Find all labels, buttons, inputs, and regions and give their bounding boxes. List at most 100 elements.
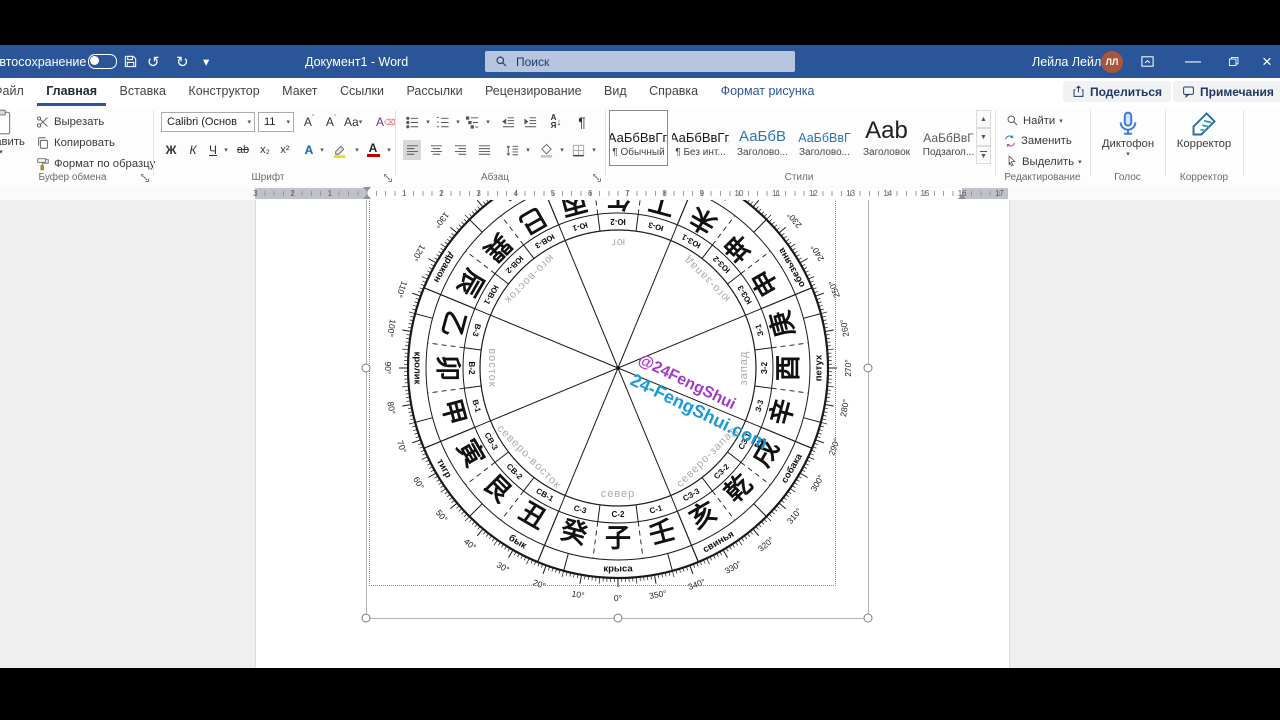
- line-spacing-options-button[interactable]: ▾: [519, 140, 537, 160]
- strikethrough-button[interactable]: ab: [234, 140, 252, 160]
- replace-icon: [1005, 134, 1015, 147]
- quick-access-more-button[interactable]: ▾: [203, 45, 209, 78]
- align-left-button[interactable]: [403, 140, 421, 160]
- shrink-font-button[interactable]: Aˇ: [322, 112, 340, 132]
- share-button[interactable]: Поделиться: [1063, 81, 1172, 102]
- avatar[interactable]: ЛЛ: [1101, 45, 1123, 78]
- ribbon-display-icon: [1141, 56, 1154, 67]
- tab-mailings[interactable]: Рассылки: [397, 78, 471, 104]
- tab-picture-format[interactable]: Формат рисунка: [712, 78, 824, 104]
- increase-indent-button[interactable]: [521, 112, 539, 132]
- ribbon: Вставить ▾ Вырезать Копировать Формат по…: [0, 106, 1280, 187]
- decrease-indent-button[interactable]: [499, 112, 517, 132]
- style-heading2[interactable]: АаБбВвГ Заголово...: [795, 110, 854, 166]
- font-group-label: Шрифт: [251, 172, 285, 183]
- comments-button[interactable]: Примечания: [1173, 81, 1280, 102]
- copy-button[interactable]: Копировать: [36, 133, 115, 152]
- highlight-button[interactable]: [330, 140, 348, 160]
- styles-scroll-up-button[interactable]: ▲: [976, 110, 991, 128]
- decrease-indent-icon: [501, 116, 514, 127]
- align-center-button[interactable]: [427, 140, 445, 160]
- justify-button[interactable]: [475, 140, 493, 160]
- bold-button[interactable]: Ж: [162, 140, 180, 160]
- tab-references[interactable]: Ссылки: [331, 78, 393, 104]
- align-right-button[interactable]: [451, 140, 469, 160]
- resize-handle-bottom-center[interactable]: [613, 613, 623, 623]
- find-button[interactable]: Найти ▾: [1006, 111, 1063, 130]
- font-dialog-launcher-icon[interactable]: [383, 173, 393, 183]
- font-family-select[interactable]: Calibri (Основ ▾: [161, 112, 255, 132]
- editing-group-label: Редактирование: [1004, 172, 1081, 183]
- change-case-button[interactable]: Aa ▾: [344, 112, 362, 132]
- ribbon-display-options-button[interactable]: [1140, 45, 1155, 78]
- paste-button[interactable]: Вставить ▾: [0, 108, 30, 156]
- style-heading1[interactable]: АаБбВ Заголово...: [733, 110, 792, 166]
- tab-file[interactable]: Файл: [0, 78, 33, 104]
- ruler-number: 11: [772, 189, 781, 198]
- document-page[interactable]: 0° 10° 20° 30° 40° 50° 60° 70° 80° 90° 100° 110° 120…: [255, 200, 1010, 668]
- autosave-label: Автосохранение: [0, 54, 87, 69]
- resize-handle-bottom-right[interactable]: [863, 613, 873, 623]
- clipboard-dialog-launcher-icon[interactable]: [140, 173, 150, 183]
- format-painter-button[interactable]: Формат по образцу: [36, 154, 155, 173]
- document-area[interactable]: 0° 10° 20° 30° 40° 50° 60° 70° 80° 90° 100° 110° 120…: [0, 200, 1280, 668]
- tab-design[interactable]: Конструктор: [179, 78, 268, 104]
- resize-handle-left[interactable]: [361, 363, 371, 373]
- resize-handle-right[interactable]: [863, 363, 873, 373]
- style-no-spacing[interactable]: АаБбВвГг, ¶ Без инт...: [671, 110, 730, 166]
- chevron-down-icon: ▾: [286, 119, 290, 126]
- redo-button[interactable]: ↻: [176, 45, 189, 78]
- letterbox-top: [0, 0, 1280, 45]
- undo-button[interactable]: ↺: [147, 45, 160, 78]
- underline-options-button[interactable]: ▾: [217, 140, 235, 160]
- tab-review[interactable]: Рецензирование: [476, 78, 591, 104]
- ruler-number: 5: [550, 189, 556, 198]
- tab-insert[interactable]: Вставка: [110, 78, 174, 104]
- ruler-number: 1: [327, 189, 333, 198]
- close-button[interactable]: ×: [1252, 45, 1280, 78]
- resize-handle-bottom-left[interactable]: [361, 613, 371, 623]
- restore-icon: [1228, 56, 1238, 67]
- find-label: Найти: [1023, 114, 1056, 127]
- select-button[interactable]: Выделить ▾: [1005, 152, 1082, 171]
- tab-layout[interactable]: Макет: [273, 78, 326, 104]
- sort-button[interactable]: А Я ↓: [547, 112, 565, 132]
- borders-options-button[interactable]: ▾: [585, 140, 603, 160]
- voice-group-label: Голос: [1114, 172, 1141, 183]
- font-size-select[interactable]: 11 ▾: [258, 112, 294, 132]
- share-icon: [1073, 85, 1084, 97]
- hanging-indent-marker[interactable]: [363, 194, 371, 199]
- replace-button[interactable]: Заменить: [1003, 131, 1072, 150]
- tab-view[interactable]: Вид: [595, 78, 636, 104]
- tab-home[interactable]: Главная: [37, 80, 107, 106]
- first-line-indent-marker[interactable]: [363, 187, 371, 192]
- style-subtitle[interactable]: АаБбВвГ Подзагол...: [919, 110, 978, 166]
- italic-button[interactable]: К: [184, 140, 202, 160]
- cut-button[interactable]: Вырезать: [36, 112, 104, 131]
- autosave-toggle[interactable]: [88, 45, 117, 78]
- save-button[interactable]: [123, 45, 138, 78]
- text-effects-options-button[interactable]: ▾: [313, 140, 331, 160]
- tab-help[interactable]: Справка: [640, 78, 707, 104]
- search-input[interactable]: Поиск: [485, 51, 795, 72]
- microphone-icon: [1119, 111, 1137, 135]
- restore-button[interactable]: [1218, 45, 1248, 78]
- style-title[interactable]: Aab Заголовок: [857, 110, 916, 166]
- grow-font-button[interactable]: Aˆ: [300, 112, 318, 132]
- editor-button[interactable]: Корректор: [1172, 110, 1236, 150]
- ruler-number: 15: [920, 189, 930, 198]
- multilevel-options-button[interactable]: ▾: [479, 112, 497, 132]
- minimize-button[interactable]: —: [1178, 45, 1208, 78]
- clear-formatting-button[interactable]: A ⌫: [376, 112, 395, 132]
- subscript-button[interactable]: x₂: [256, 140, 274, 160]
- ruler-number: 9: [699, 189, 705, 198]
- superscript-button[interactable]: x²: [276, 140, 294, 160]
- dictate-button[interactable]: Диктофон ▾: [1095, 110, 1161, 158]
- style-normal[interactable]: АаБбВвГг, ¶ Обычный: [609, 110, 668, 166]
- horizontal-ruler[interactable]: 3 2 1 1 2 3 4 5 6 7 8 9 10 11 12 13 14 15 16 17: [253, 187, 1008, 199]
- styles-scroll-down-button[interactable]: ▼: [976, 128, 991, 146]
- user-name[interactable]: Лейла Лейла: [1032, 45, 1108, 78]
- show-marks-button[interactable]: ¶: [573, 112, 591, 132]
- styles-gallery-more-button[interactable]: ▼: [976, 146, 991, 164]
- paragraph-dialog-launcher-icon[interactable]: [592, 173, 602, 183]
